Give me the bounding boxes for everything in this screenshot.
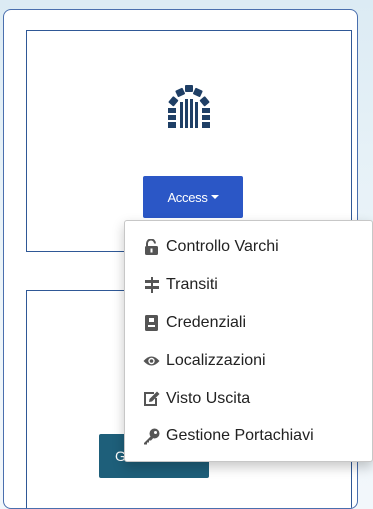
lock-open-icon — [143, 239, 160, 256]
edit-icon — [143, 391, 160, 408]
key-icon — [143, 428, 160, 445]
menu-item-label: Credenziali — [166, 314, 247, 331]
access-dropdown-button[interactable]: Access — [143, 176, 243, 218]
signpost-icon — [143, 277, 160, 294]
menu-item-gestione-portachiavi[interactable]: Gestione Portachiavi — [125, 419, 372, 453]
menu-item-credenziali[interactable]: Credenziali — [125, 306, 372, 340]
menu-item-label: Transiti — [166, 276, 218, 293]
menu-item-label: Visto Uscita — [166, 390, 251, 407]
menu-item-label: Localizzazioni — [166, 352, 266, 369]
caret-down-icon — [210, 195, 219, 199]
gate-arch-icon — [168, 85, 210, 128]
menu-item-label: Gestione Portachiavi — [166, 427, 314, 444]
menu-item-localizzazioni[interactable]: Localizzazioni — [125, 344, 372, 378]
access-panel — [26, 30, 352, 252]
access-button-label: Access — [167, 189, 208, 205]
menu-item-transiti[interactable]: Transiti — [125, 268, 372, 302]
menu-item-visto-uscita[interactable]: Visto Uscita — [125, 382, 372, 416]
access-dropdown-menu: Controllo Varchi Transiti Credenziali Lo… — [124, 220, 373, 462]
eye-icon — [143, 353, 160, 370]
menu-item-controllo-varchi[interactable]: Controllo Varchi — [125, 230, 372, 264]
id-badge-icon — [143, 315, 160, 332]
menu-item-label: Controllo Varchi — [166, 238, 279, 255]
